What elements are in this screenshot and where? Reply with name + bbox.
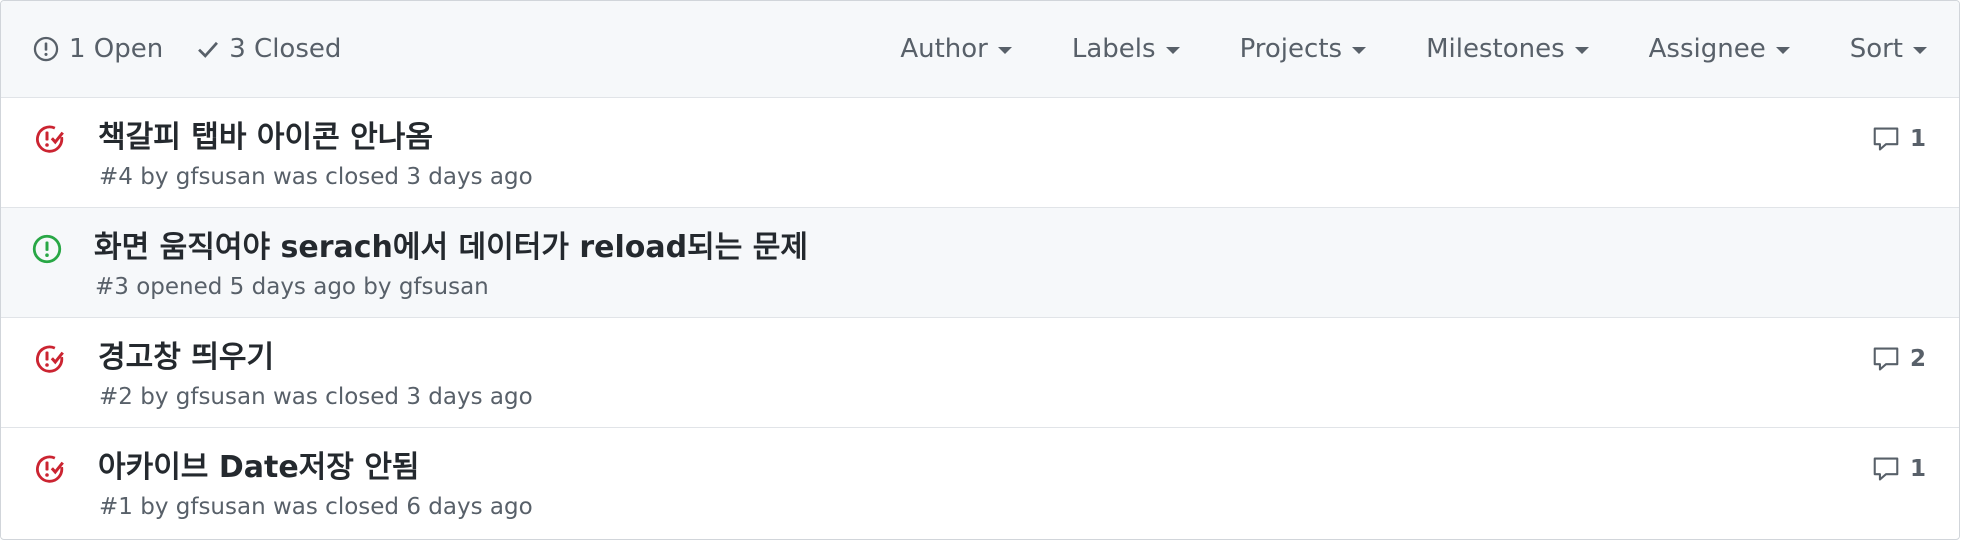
issue-author-link[interactable]: gfsusan [176,164,266,190]
comment-count: 2 [1909,346,1926,372]
open-count-label: 1 Open [69,34,164,64]
filter-label: Sort [1849,34,1903,64]
issue-open-icon [33,36,59,62]
author-filter-dropdown[interactable]: Author [900,34,1012,64]
issue-number: #1 [99,494,133,520]
issue-closed-icon [36,345,64,373]
filter-label: Projects [1239,34,1343,64]
open-issues-filter[interactable]: 1 Open [33,34,163,64]
issue-open-icon [32,234,62,264]
issue-row[interactable]: 화면 움직여야 serach에서 데이터가 reload되는 문제 #3 ope… [1,208,1959,318]
issue-row[interactable]: 아카이브 Date저장 안됨 #1 by gfsusan was closed … [1,428,1959,538]
caret-down-icon [1165,47,1180,54]
caret-down-icon [1913,47,1927,54]
filter-label: Author [900,34,988,64]
comments-link[interactable]: 1 [1872,456,1926,482]
assignee-filter-dropdown[interactable]: Assignee [1649,34,1790,64]
issue-title-link[interactable]: 경고창 띄우기 [98,332,274,376]
issue-meta: #4 by gfsusan was closed 3 days ago [99,164,533,190]
issue-meta-text: by [140,384,169,410]
comments-link[interactable]: 1 [1872,126,1926,152]
issue-row[interactable]: 경고창 띄우기 #2 by gfsusan was closed 3 days … [1,318,1959,428]
filter-label: Assignee [1648,34,1766,64]
comment-count: 1 [1909,456,1926,482]
issue-meta: #1 by gfsusan was closed 6 days ago [99,494,533,520]
issue-meta-text: opened 5 days ago by [136,274,392,300]
filter-label: Milestones [1426,34,1565,64]
issue-meta: #3 opened 5 days ago by gfsusan [95,274,489,300]
filter-label: Labels [1071,34,1156,64]
sort-dropdown[interactable]: Sort [1850,34,1927,64]
comment-icon [1873,457,1899,481]
comment-icon [1873,127,1899,151]
issue-number: #4 [99,164,133,190]
issue-title-link[interactable]: 책갈피 탭바 아이콘 안나옴 [98,112,433,156]
issue-meta-text: by [140,164,169,190]
caret-down-icon [997,47,1012,54]
issue-number: #3 [95,274,129,300]
caret-down-icon [1352,47,1367,54]
milestones-filter-dropdown[interactable]: Milestones [1426,34,1589,64]
labels-filter-dropdown[interactable]: Labels [1072,34,1180,64]
issue-number: #2 [99,384,133,410]
caret-down-icon [1775,47,1790,54]
closed-issues-filter[interactable]: 3 Closed [197,34,341,64]
issue-row[interactable]: 책갈피 탭바 아이콘 안나옴 #4 by gfsusan was closed … [1,98,1959,208]
caret-down-icon [1574,47,1589,54]
issues-list-header: 1 Open 3 Closed Author Labels Projects M… [1,1,1959,98]
issue-meta: #2 by gfsusan was closed 3 days ago [99,384,533,410]
comments-link[interactable]: 2 [1872,346,1926,372]
issue-title-link[interactable]: 아카이브 Date저장 안됨 [98,442,420,486]
issue-author-link[interactable]: gfsusan [399,274,489,300]
issue-meta-text: by [140,494,169,520]
closed-count-label: 3 Closed [229,34,342,64]
issue-closed-icon [36,455,64,483]
check-icon [198,41,219,58]
issue-closed-icon [36,125,64,153]
issue-meta-text: was closed 3 days ago [272,164,533,190]
issue-author-link[interactable]: gfsusan [176,384,266,410]
filter-bar: Author Labels Projects Milestones Assign… [900,34,1927,64]
comment-icon [1873,347,1899,371]
issues-list: 1 Open 3 Closed Author Labels Projects M… [0,0,1960,540]
projects-filter-dropdown[interactable]: Projects [1240,34,1367,64]
issue-meta-text: was closed 3 days ago [272,384,533,410]
issue-author-link[interactable]: gfsusan [176,494,266,520]
issue-meta-text: was closed 6 days ago [272,494,533,520]
comment-count: 1 [1909,126,1926,152]
issue-title-link[interactable]: 화면 움직여야 serach에서 데이터가 reload되는 문제 [94,222,808,266]
